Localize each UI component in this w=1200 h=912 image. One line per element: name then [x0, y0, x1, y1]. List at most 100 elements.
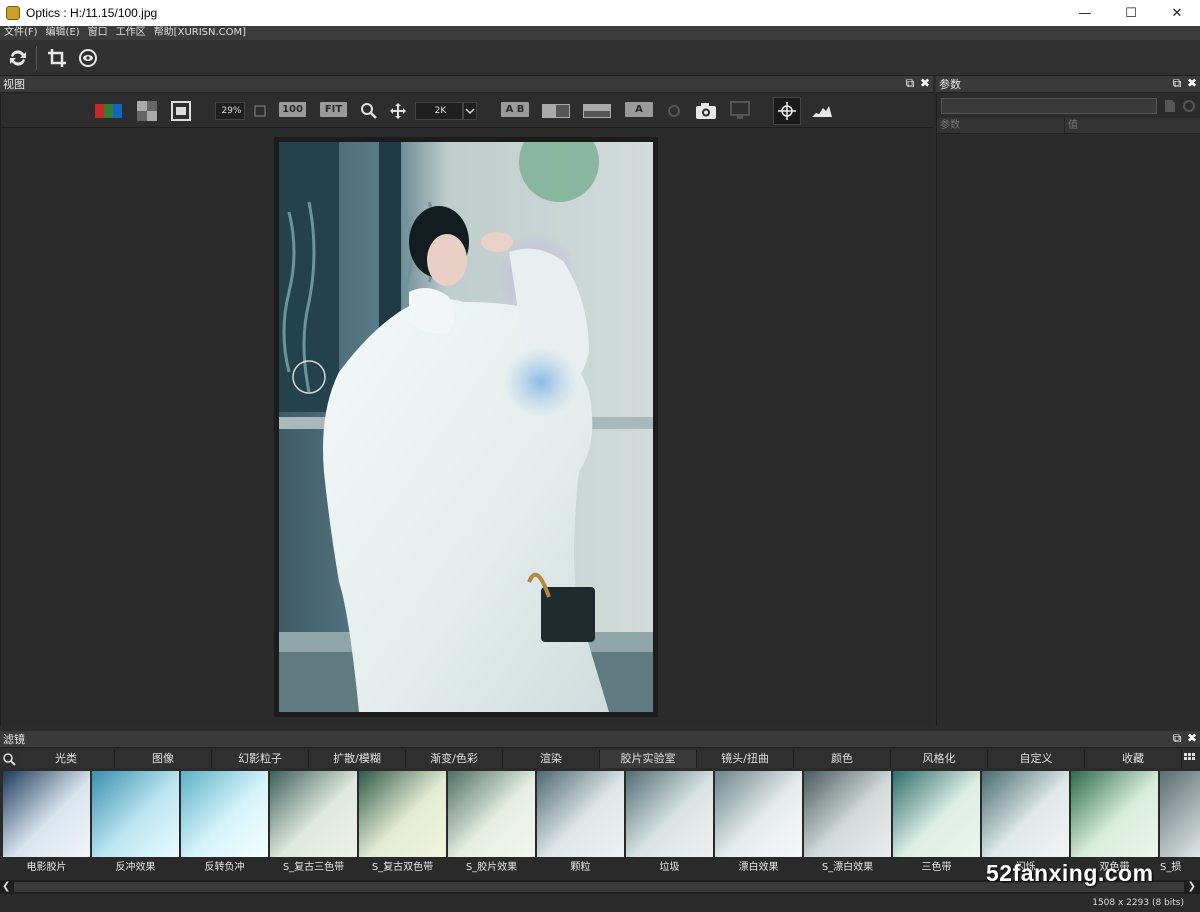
restore-panel-icon[interactable]: ⧉ [1171, 732, 1183, 745]
filter-thumb[interactable] [893, 771, 980, 857]
resolution-select[interactable]: 2K [415, 102, 463, 120]
crop-icon[interactable] [45, 46, 69, 70]
image-viewport[interactable] [0, 128, 933, 726]
window-title: Optics : H:/11.15/100.jpg [26, 6, 158, 20]
status-bar: 1508 x 2293 (8 bits) [0, 896, 1200, 912]
menu-edit[interactable]: 编辑(E) [42, 26, 84, 40]
minimize-button[interactable]: — [1062, 0, 1108, 26]
pan-icon[interactable] [388, 102, 408, 120]
filter-thumb[interactable] [1071, 771, 1158, 857]
refresh-icon[interactable] [6, 46, 30, 70]
filter-thumb[interactable] [92, 771, 179, 857]
chevron-left-icon[interactable]: ❮ [2, 881, 10, 892]
menu-workspace[interactable]: 工作区 [112, 26, 150, 40]
value-column-header: 值 [1068, 120, 1078, 131]
filter-thumb-label: S_复古三色带 [282, 862, 345, 873]
histogram-icon[interactable] [811, 102, 833, 120]
split-vertical-icon[interactable] [542, 102, 570, 120]
tab-render[interactable]: 渲染 [503, 750, 600, 768]
menu-bar: 文件(F) 编辑(E) 窗口 工作区 帮助[XURISN.COM] [0, 26, 1200, 40]
filter-thumb[interactable] [3, 771, 90, 857]
view-toolbar: 29% 100 FIT 2K A B A [0, 94, 933, 128]
maximize-button[interactable]: ☐ [1108, 0, 1154, 26]
zoom-100-button[interactable]: 100 [279, 102, 306, 117]
filter-thumb[interactable] [537, 771, 624, 857]
tab-diffuse-blur[interactable]: 扩散/模糊 [309, 750, 406, 768]
camera-icon[interactable] [695, 102, 717, 120]
param-panel-header: 参数 ⧉ ✖ [936, 76, 1200, 93]
zoom-input[interactable]: 29% [215, 102, 245, 120]
filter-thumb-label: 反冲效果 [115, 862, 156, 873]
param-search-input[interactable] [941, 98, 1157, 114]
menu-file[interactable]: 文件(F) [0, 26, 42, 40]
view-panel-title: 视图 [3, 78, 25, 91]
tab-phantom-particles[interactable]: 幻影粒子 [212, 750, 309, 768]
tab-light[interactable]: 光类 [18, 750, 115, 768]
tab-lens-distort[interactable]: 镜头/扭曲 [697, 750, 794, 768]
filter-thumb[interactable] [626, 771, 713, 857]
overlay-text-button[interactable]: A [625, 102, 653, 117]
chevron-down-icon[interactable] [463, 102, 477, 120]
restore-panel-icon[interactable]: ⧉ [904, 77, 916, 90]
filter-tab-bar: 光类 图像 幻影粒子 扩散/模糊 渐变/色彩 渲染 胶片实验室 镜头/扭曲 颜色… [0, 750, 1200, 768]
close-button[interactable]: ✕ [1154, 0, 1200, 26]
tab-favorites[interactable]: 收藏 [1085, 750, 1182, 768]
param-panel: 参数 值 [936, 94, 1200, 726]
zoom-reset-icon[interactable] [253, 102, 267, 120]
rgb-channels-icon[interactable] [95, 102, 123, 120]
checker-icon[interactable] [137, 101, 157, 121]
app-icon [6, 6, 20, 20]
sync-icon [665, 102, 683, 120]
close-panel-icon[interactable]: ✖ [1186, 77, 1198, 90]
close-panel-icon[interactable]: ✖ [1186, 732, 1198, 745]
tab-image[interactable]: 图像 [115, 750, 212, 768]
tab-film-lab[interactable]: 胶片实验室 [600, 750, 697, 768]
document-icon[interactable] [1163, 99, 1177, 113]
filter-thumb-label: S_漂白效果 [821, 862, 874, 873]
param-table-header: 参数 值 [937, 118, 1200, 134]
split-horizontal-icon[interactable] [583, 102, 611, 120]
ab-compare-button[interactable]: A B [501, 102, 529, 117]
filter-thumb-label: 三色带 [921, 862, 952, 873]
title-bar: Optics : H:/11.15/100.jpg — ☐ ✕ [0, 0, 1200, 26]
target-icon[interactable] [773, 97, 801, 125]
photo-frame [274, 137, 658, 717]
close-panel-icon[interactable]: ✖ [919, 77, 931, 90]
filter-thumb[interactable] [1160, 771, 1200, 857]
watermark-logo: 52fanxing.com [986, 860, 1154, 886]
filter-thumb[interactable] [804, 771, 891, 857]
param-column-header: 参数 [937, 118, 1065, 133]
image-info: 1508 x 2293 (8 bits) [1092, 898, 1184, 908]
restore-panel-icon[interactable]: ⧉ [1171, 77, 1183, 90]
filter-thumb[interactable] [359, 771, 446, 857]
menu-window[interactable]: 窗口 [84, 26, 112, 40]
filter-thumb[interactable] [715, 771, 802, 857]
zoom-fit-button[interactable]: FIT [320, 102, 347, 117]
filter-thumb[interactable] [181, 771, 268, 857]
filter-thumb-label: 电影胶片 [26, 862, 67, 873]
refresh-small-icon[interactable] [1182, 99, 1196, 113]
tab-custom[interactable]: 自定义 [988, 750, 1085, 768]
tab-color[interactable]: 颜色 [794, 750, 891, 768]
filter-panel-header: 滤镜 ⧉ ✖ [0, 731, 1200, 748]
grid-view-icon[interactable] [1182, 750, 1198, 768]
search-icon[interactable] [0, 750, 18, 768]
filter-thumb-label: S_复古双色带 [371, 862, 434, 873]
filter-thumb[interactable] [982, 771, 1069, 857]
magnifier-icon[interactable] [359, 102, 379, 120]
filter-thumb-label: S_损 [1160, 862, 1182, 873]
chevron-right-icon[interactable]: ❯ [1188, 881, 1196, 892]
tab-stylize[interactable]: 风格化 [891, 750, 988, 768]
filter-thumb[interactable] [270, 771, 357, 857]
view-panel-header: 视图 ⧉ ✖ [0, 76, 933, 93]
tab-gradient-color[interactable]: 渐变/色彩 [406, 750, 503, 768]
preview-toggle-icon[interactable] [76, 46, 100, 70]
menu-help[interactable]: 帮助[XURISN.COM] [150, 26, 250, 40]
monitor-icon [729, 101, 751, 120]
image-frame-icon[interactable] [171, 101, 191, 121]
param-panel-title: 参数 [939, 78, 961, 91]
filter-thumb-label: 垃圾 [659, 862, 680, 873]
preview-photo [279, 142, 653, 712]
filter-thumb[interactable] [448, 771, 535, 857]
filter-thumb-label: 漂白效果 [738, 862, 779, 873]
